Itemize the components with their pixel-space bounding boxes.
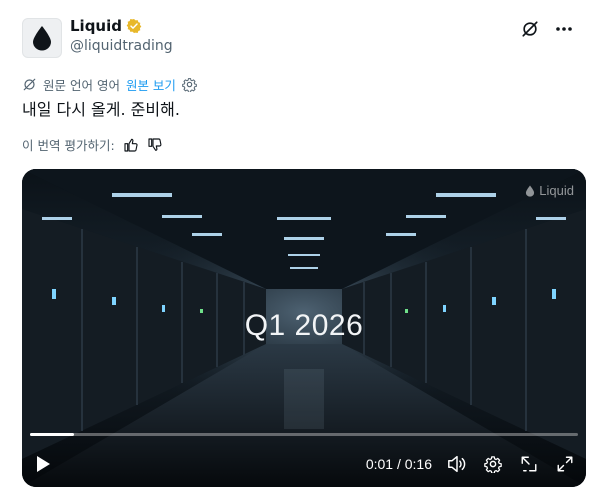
video-progress-bar[interactable] [30,433,578,436]
play-icon [37,456,50,472]
display-name[interactable]: Liquid [70,17,122,35]
grok-icon[interactable] [519,18,541,40]
thumbs-down-icon[interactable] [147,137,163,153]
settings-gear-icon [484,456,502,473]
verified-badge-icon [126,19,142,33]
liquid-drop-icon [33,26,51,51]
show-original-link[interactable]: 원본 보기 [126,75,176,94]
liquid-drop-icon [526,185,535,197]
thumbs-up-icon[interactable] [123,137,139,153]
video-settings-button[interactable] [482,453,504,475]
pop-out-button[interactable] [518,453,540,475]
tweet-text: 내일 다시 올게. 준비해. [22,100,180,119]
volume-icon [448,455,466,473]
play-button[interactable] [32,453,54,475]
translate-icon [23,78,36,91]
user-handle[interactable]: @liquidtrading [70,38,173,54]
more-icon[interactable] [553,18,575,40]
pop-out-icon [521,456,537,472]
watermark-text: Liquid [539,183,574,198]
video-time: 0:01 / 0:16 [365,456,432,472]
translation-source-note: 원문 언어 영어 [43,78,120,93]
avatar[interactable] [22,18,62,58]
video-player[interactable]: Liquid Q1 2026 0:01 / 0:16 [22,169,586,487]
volume-button[interactable] [446,453,468,475]
settings-gear-icon[interactable] [182,77,197,92]
fullscreen-icon [557,456,573,472]
video-watermark: Liquid [525,183,574,198]
video-overlay-title: Q1 2026 [244,309,364,342]
rate-translation-label: 이 번역 평가하기: [22,138,115,153]
fullscreen-button[interactable] [554,453,576,475]
video-progress-fill [30,433,74,436]
